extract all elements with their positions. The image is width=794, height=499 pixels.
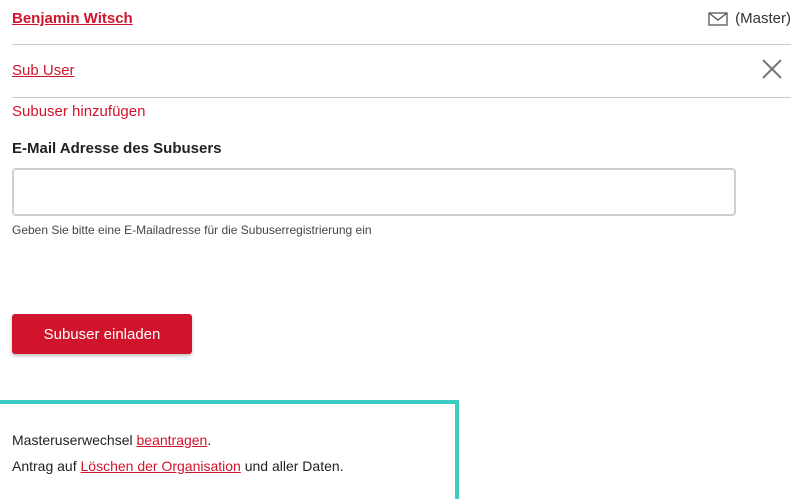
- account-header: Benjamin Witsch (Master): [12, 6, 791, 36]
- subuser-row: Sub User: [12, 56, 791, 86]
- add-subuser-title: Subuser hinzufügen: [12, 103, 146, 120]
- sub-user-link[interactable]: Sub User: [12, 62, 75, 79]
- header-divider: [12, 44, 791, 45]
- master-indicator: (Master): [708, 10, 791, 27]
- subuser-email-field[interactable]: [12, 168, 736, 216]
- mail-icon[interactable]: [708, 11, 728, 26]
- subuser-page: Benjamin Witsch (Master) Sub User Subuse…: [0, 0, 794, 499]
- close-icon[interactable]: [759, 56, 785, 82]
- user-name-link[interactable]: Benjamin Witsch: [12, 10, 133, 27]
- master-change-line: Masteruserwechsel beantragen.: [12, 432, 211, 448]
- delete-org-prefix: Antrag auf: [12, 458, 81, 474]
- master-change-suffix: .: [207, 432, 212, 448]
- section-divider: [12, 97, 791, 98]
- delete-org-line: Antrag auf Löschen der Organisation und …: [12, 458, 344, 474]
- highlight-box: Masteruserwechsel beantragen. Antrag auf…: [0, 400, 459, 499]
- invite-subuser-button[interactable]: Subuser einladen: [12, 314, 192, 354]
- role-label: (Master): [735, 10, 791, 27]
- delete-org-suffix: und aller Daten.: [240, 458, 344, 474]
- delete-organisation-link[interactable]: Löschen der Organisation: [81, 458, 241, 474]
- email-field-hint: Geben Sie bitte eine E-Mailadresse für d…: [12, 223, 372, 237]
- email-field-label: E-Mail Adresse des Subusers: [12, 140, 222, 157]
- master-change-text: Masteruserwechsel: [12, 432, 137, 448]
- request-master-change-link[interactable]: beantragen: [137, 432, 208, 448]
